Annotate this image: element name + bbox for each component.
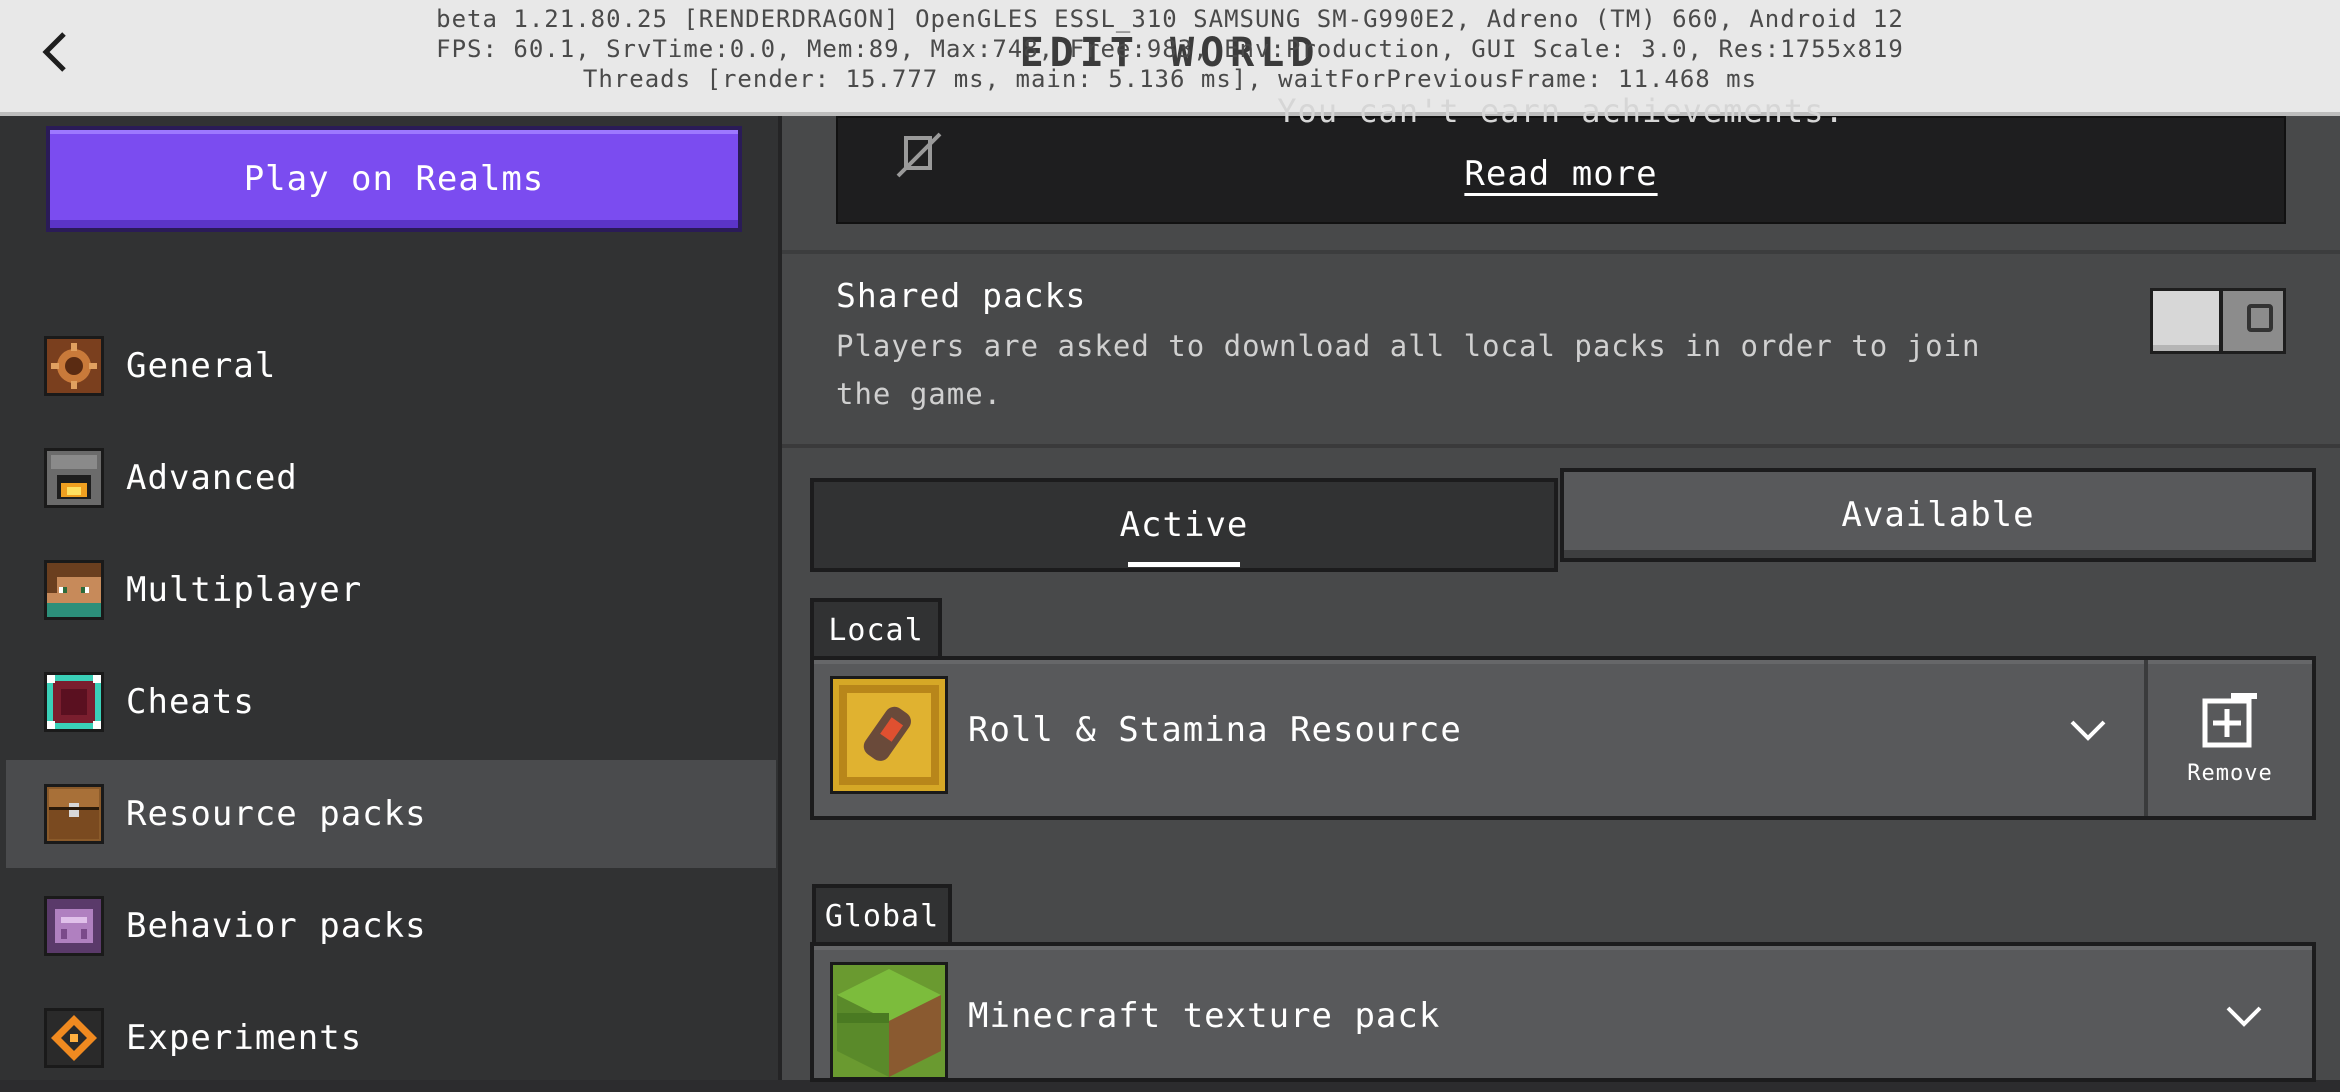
main-panel: You can't earn achievements. Read more S… bbox=[782, 92, 2340, 1082]
sidebar-item-label: Experiments bbox=[126, 1018, 363, 1058]
debug-overlay-line-1: beta 1.21.80.25 [RENDERDRAGON] OpenGLES … bbox=[436, 5, 1904, 33]
global-pack-name: Minecraft texture pack bbox=[968, 996, 1441, 1036]
sidebar-item-resource-packs[interactable]: Resource packs bbox=[6, 760, 776, 868]
sidebar-item-label: General bbox=[126, 346, 277, 386]
chevron-down-icon[interactable] bbox=[2224, 1002, 2264, 1032]
gear-icon bbox=[44, 336, 104, 396]
local-pack-name: Roll & Stamina Resource bbox=[968, 710, 1462, 750]
debug-overlay-line-2: FPS: 60.1, SrvTime:0.0, Mem:89, Max:748,… bbox=[436, 35, 1904, 63]
chevron-down-icon[interactable] bbox=[2068, 716, 2108, 746]
pack-row-global[interactable]: Minecraft texture pack bbox=[810, 942, 2316, 1082]
tab-available[interactable]: Available bbox=[1560, 468, 2316, 562]
sidebar-item-behavior-packs[interactable]: Behavior packs bbox=[6, 872, 776, 980]
sidebar-item-advanced[interactable]: Advanced bbox=[6, 424, 776, 532]
play-on-realms-button[interactable]: Play on Realms bbox=[46, 126, 742, 232]
shared-packs-description: Players are asked to download all local … bbox=[836, 329, 1981, 411]
sidebar-item-label: Resource packs bbox=[126, 794, 427, 834]
toggle-knob bbox=[2153, 291, 2223, 351]
sidebar: Play on Realms General Advanced Multipla… bbox=[0, 116, 782, 1080]
shared-packs-toggle[interactable] bbox=[2150, 288, 2286, 354]
pack-row-local[interactable]: Roll & Stamina Resource Remove bbox=[810, 656, 2316, 820]
behavior-icon bbox=[44, 896, 104, 956]
active-tab-underline bbox=[1128, 562, 1240, 567]
sidebar-item-cheats[interactable]: Cheats bbox=[6, 648, 776, 756]
chest-icon bbox=[44, 784, 104, 844]
furnace-icon bbox=[44, 448, 104, 508]
local-section-label: Local bbox=[810, 598, 942, 658]
player-head-icon bbox=[44, 560, 104, 620]
sidebar-item-label: Behavior packs bbox=[126, 906, 427, 946]
notice-text: You can't earn achievements. bbox=[1277, 92, 1845, 130]
toggle-off-icon bbox=[2247, 304, 2273, 332]
remove-label: Remove bbox=[2187, 760, 2273, 786]
sidebar-item-label: Advanced bbox=[126, 458, 298, 498]
sidebar-item-label: Cheats bbox=[126, 682, 255, 722]
command-block-icon bbox=[44, 672, 104, 732]
shared-packs-title: Shared packs bbox=[836, 276, 1087, 315]
global-section-label: Global bbox=[812, 884, 952, 944]
roll-stamina-pack-icon bbox=[830, 676, 948, 794]
read-more-link[interactable]: Read more bbox=[838, 154, 2284, 194]
experiment-icon bbox=[44, 1008, 104, 1068]
sidebar-item-label: Multiplayer bbox=[126, 570, 363, 610]
minecraft-texture-pack-icon bbox=[830, 962, 948, 1080]
shared-packs-setting: Shared packs Players are asked to downlo… bbox=[782, 250, 2340, 448]
sidebar-item-general[interactable]: General bbox=[6, 312, 776, 420]
sidebar-item-experiments[interactable]: Experiments bbox=[6, 984, 776, 1092]
debug-overlay-line-3: Threads [render: 15.777 ms, main: 5.136 … bbox=[582, 65, 1758, 93]
sidebar-item-multiplayer[interactable]: Multiplayer bbox=[6, 536, 776, 644]
achievements-notice: You can't earn achievements. Read more bbox=[836, 92, 2286, 224]
tab-active[interactable]: Active bbox=[810, 478, 1558, 572]
remove-button[interactable]: Remove bbox=[2144, 660, 2312, 816]
remove-pack-icon bbox=[2202, 692, 2257, 747]
